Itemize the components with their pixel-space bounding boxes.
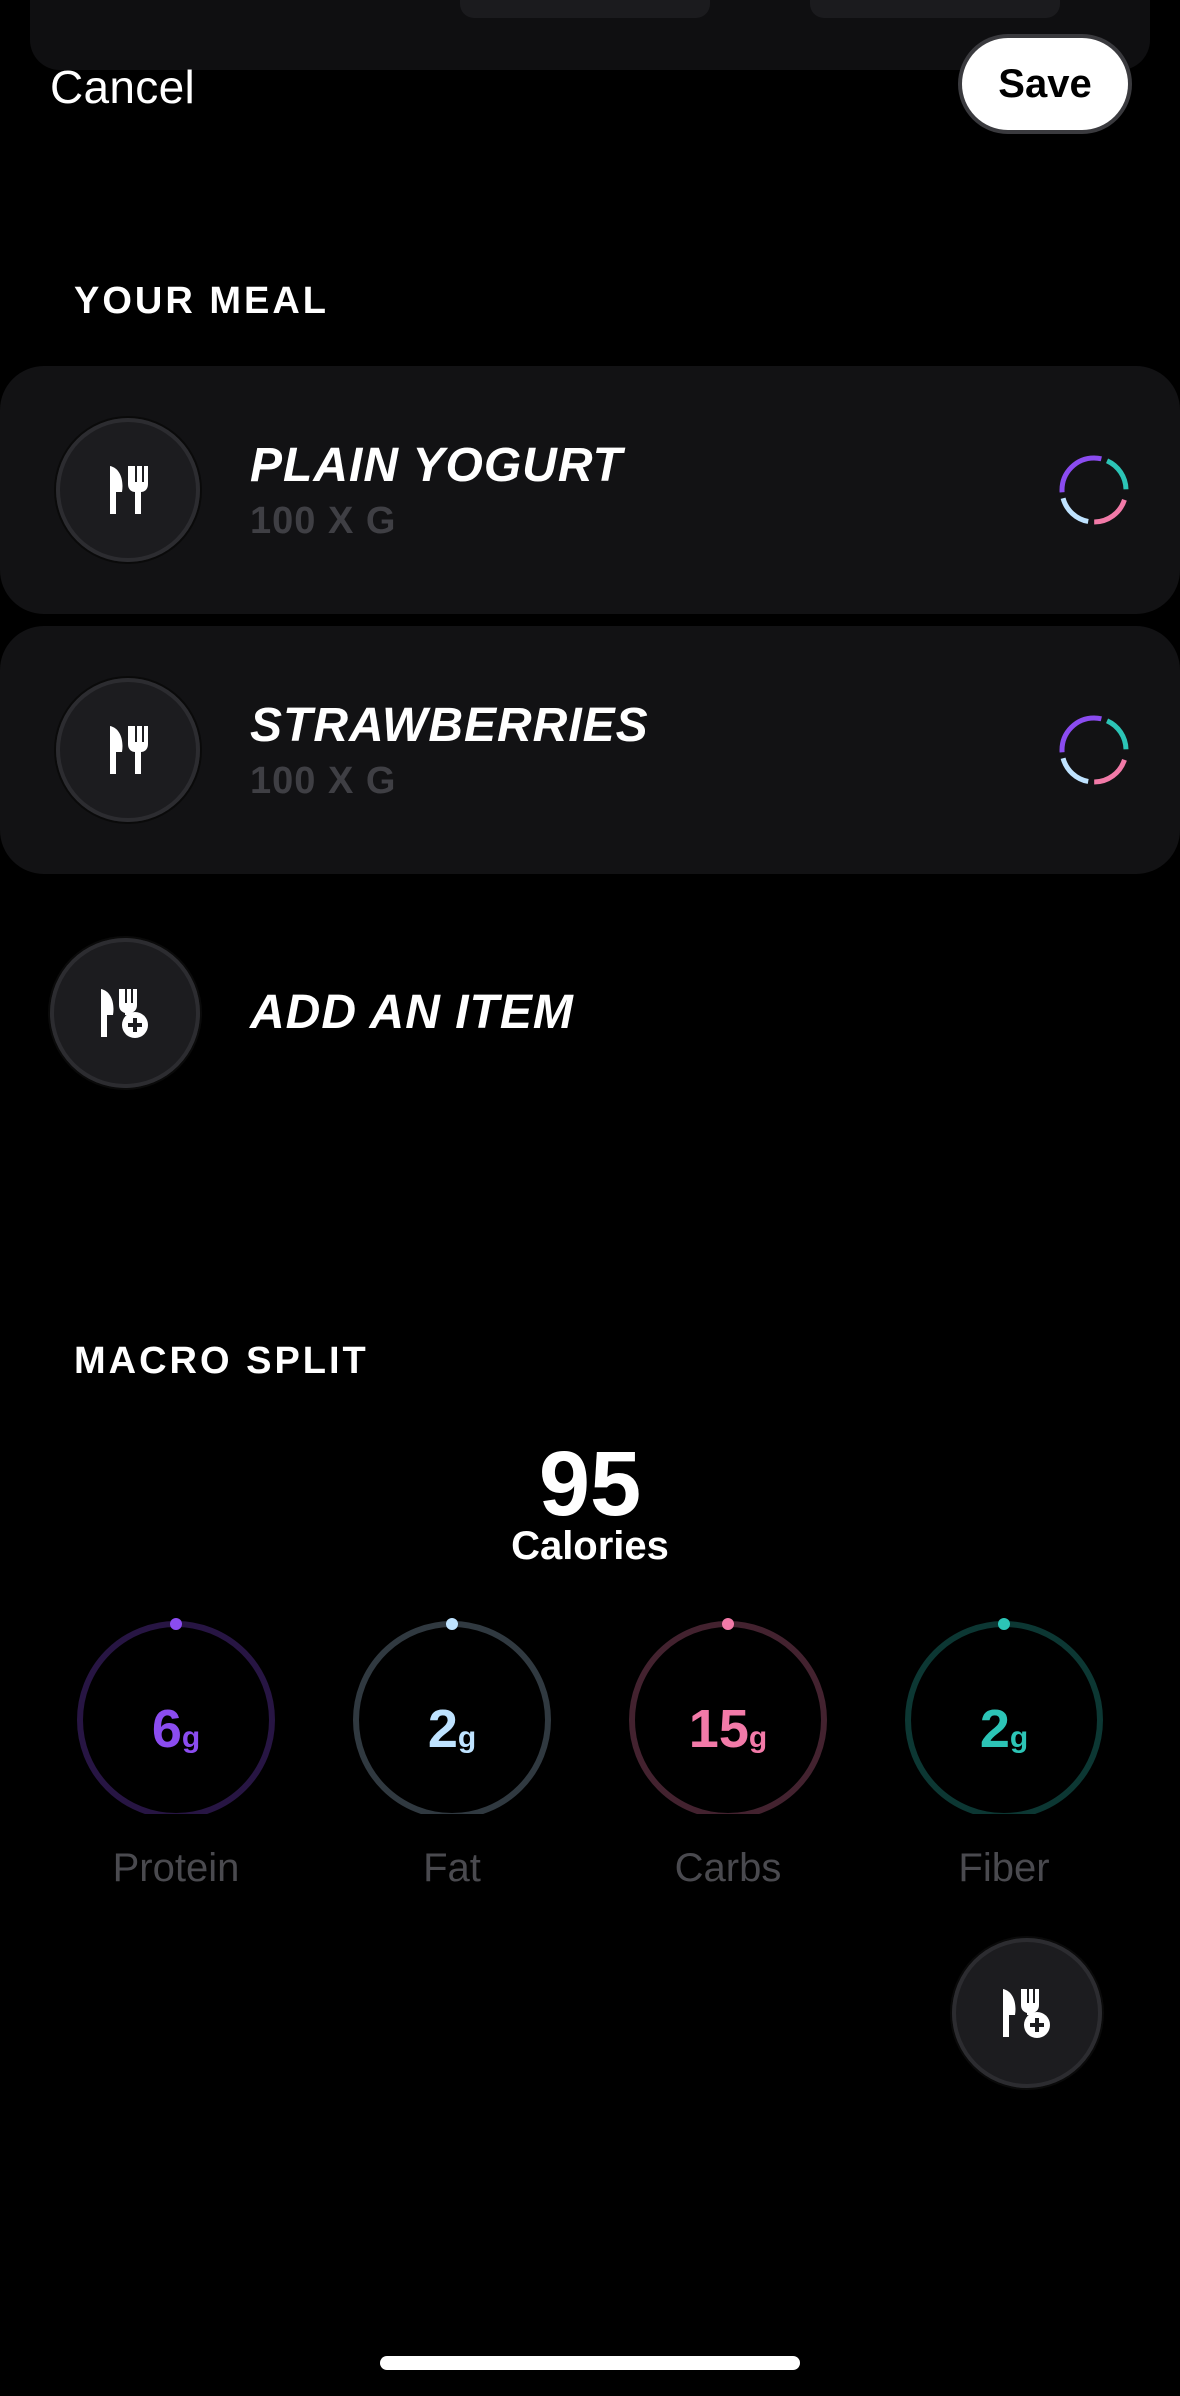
macro-unit: g <box>748 1721 768 1754</box>
macro-label: Carbs <box>674 1846 782 1890</box>
macro-unit: g <box>1009 1721 1029 1754</box>
knife-fork-plus-icon <box>1003 1989 1050 2038</box>
macro-carbs: 15g Carbs <box>618 1610 838 1910</box>
home-indicator[interactable] <box>380 2356 800 2370</box>
meal-item[interactable]: STRAWBERRIES 100 X G <box>0 626 1180 874</box>
macro-value: 6 <box>151 1699 182 1759</box>
meal-item-quantity: 100 X G <box>250 760 397 802</box>
macro-unit: g <box>457 1721 477 1754</box>
add-item-button[interactable] <box>50 938 200 1088</box>
meal-item[interactable]: PLAIN YOGURT 100 X G <box>0 366 1180 614</box>
save-button[interactable]: Save <box>962 38 1128 130</box>
your-meal-title: YOUR MEAL <box>74 280 329 322</box>
macro-ring-icon <box>1059 455 1129 525</box>
macro-protein: 6g Protein <box>66 1610 286 1910</box>
macro-fiber: 2g Fiber <box>894 1610 1114 1910</box>
add-item-label[interactable]: ADD AN ITEM <box>250 985 574 1040</box>
macro-value: 2 <box>979 1699 1010 1759</box>
macro-split-title: MACRO SPLIT <box>74 1340 369 1382</box>
meal-item-name: PLAIN YOGURT <box>250 439 623 492</box>
knife-fork-icon <box>56 678 200 822</box>
floating-add-food-button[interactable] <box>952 1938 1102 2088</box>
macro-value: 2 <box>427 1699 458 1759</box>
macro-ring-icon <box>1059 715 1129 785</box>
knife-fork-icon <box>56 418 200 562</box>
macro-label: Fiber <box>958 1846 1050 1890</box>
meal-item-name: STRAWBERRIES <box>250 699 649 752</box>
macro-label: Fat <box>423 1846 481 1890</box>
macro-value: 15 <box>688 1699 749 1759</box>
calories-value: 95 <box>538 1433 642 1535</box>
calories-label: Calories <box>511 1524 669 1568</box>
knife-fork-plus-icon <box>101 989 148 1038</box>
meal-item-quantity: 100 X G <box>250 500 397 542</box>
cancel-button[interactable]: Cancel <box>50 60 195 114</box>
macro-unit: g <box>181 1721 201 1754</box>
macro-fat: 2g Fat <box>342 1610 562 1910</box>
macro-label: Protein <box>112 1846 240 1890</box>
